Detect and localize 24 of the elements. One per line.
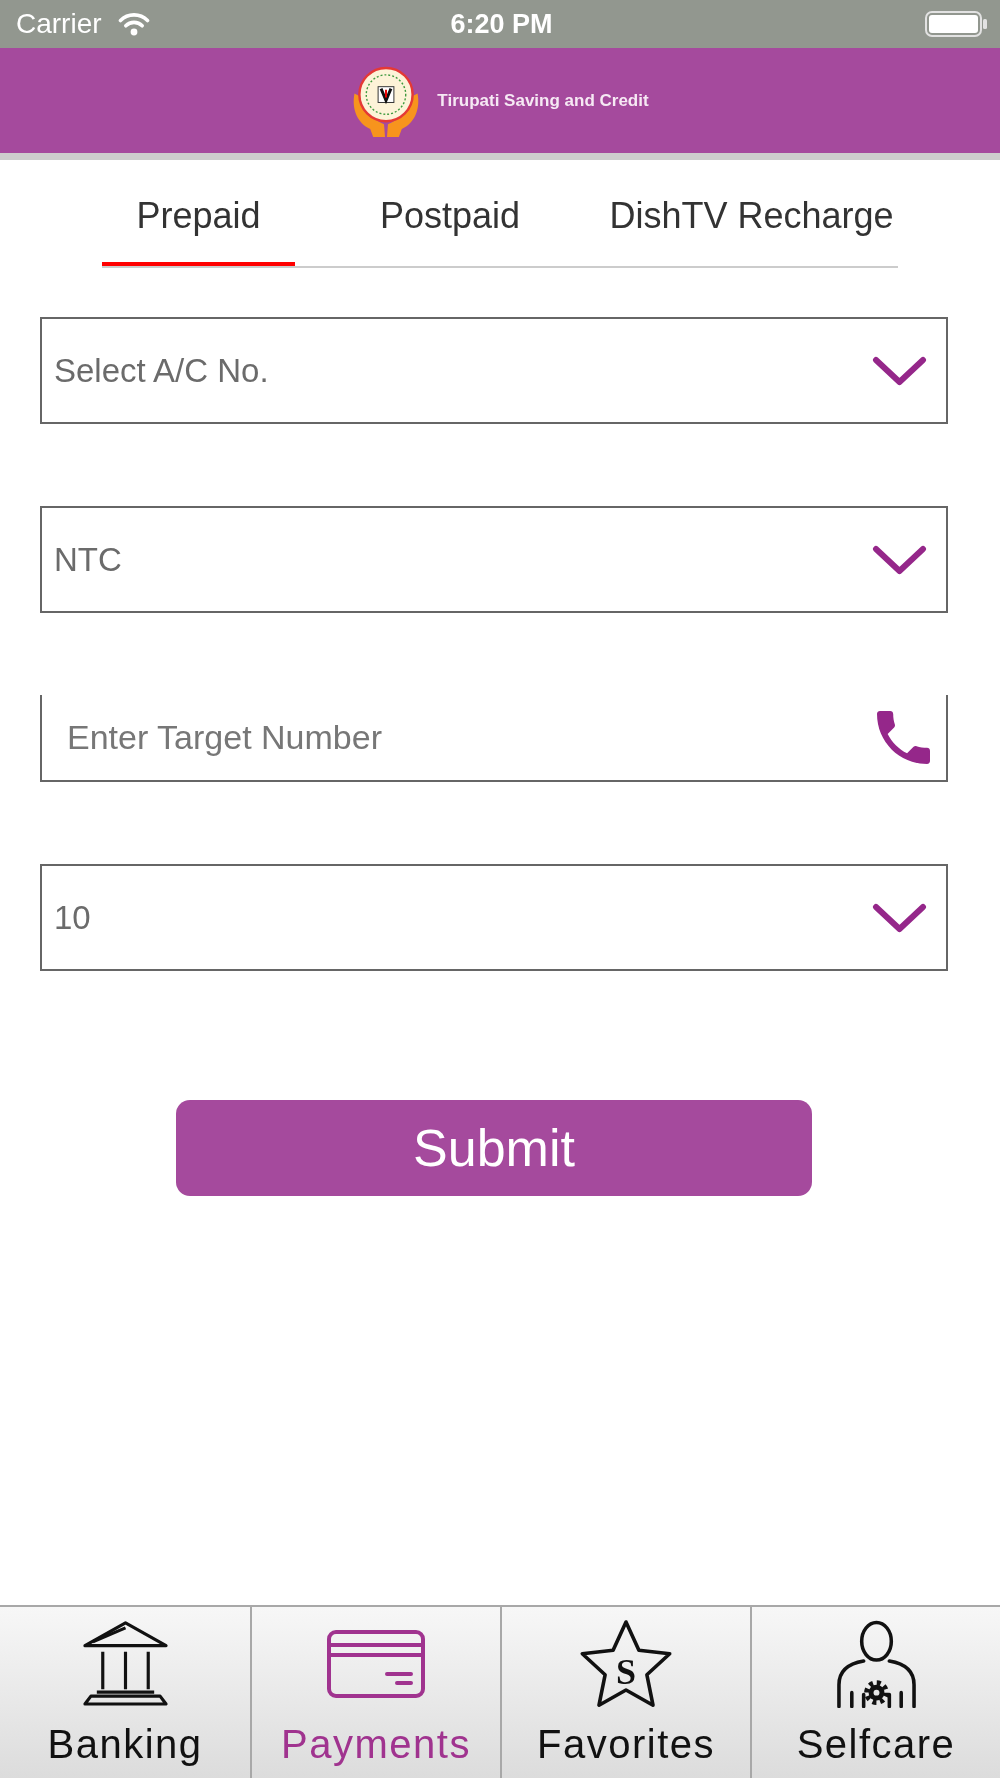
app-title: Tirupati Saving and Credit: [437, 89, 649, 112]
carrier-label: Carrier: [16, 7, 102, 41]
dropdown-field[interactable]: 10: [40, 864, 948, 971]
tab-bar-item[interactable]: Banking: [0, 1607, 250, 1778]
phone-icon: [876, 711, 931, 764]
dropdown-field[interactable]: Select A/C No.: [40, 317, 948, 424]
phone-number-field[interactable]: Enter Target Number: [40, 695, 948, 782]
submit-button[interactable]: Submit: [176, 1100, 812, 1196]
tab-bar-item[interactable]: S Favorites: [500, 1607, 750, 1778]
clock-time: 6:20 PM: [450, 7, 553, 41]
dropdown-field[interactable]: NTC: [40, 506, 948, 613]
chevron-down-icon: [872, 355, 927, 386]
battery-icon: [925, 11, 987, 37]
tab[interactable]: Postpaid: [295, 160, 605, 266]
tab[interactable]: DishTV Recharge: [605, 160, 898, 266]
chevron-down-icon: [872, 544, 927, 575]
tab-bar-item[interactable]: Selfcare: [750, 1607, 1000, 1778]
card-icon: [327, 1629, 425, 1698]
chevron-down-icon: [872, 902, 927, 933]
user-gear-icon: [835, 1619, 917, 1708]
tab-bar-item[interactable]: Payments: [250, 1607, 500, 1778]
bank-icon: [80, 1620, 170, 1707]
wifi-icon: [117, 12, 150, 36]
tab[interactable]: Prepaid: [102, 160, 295, 266]
